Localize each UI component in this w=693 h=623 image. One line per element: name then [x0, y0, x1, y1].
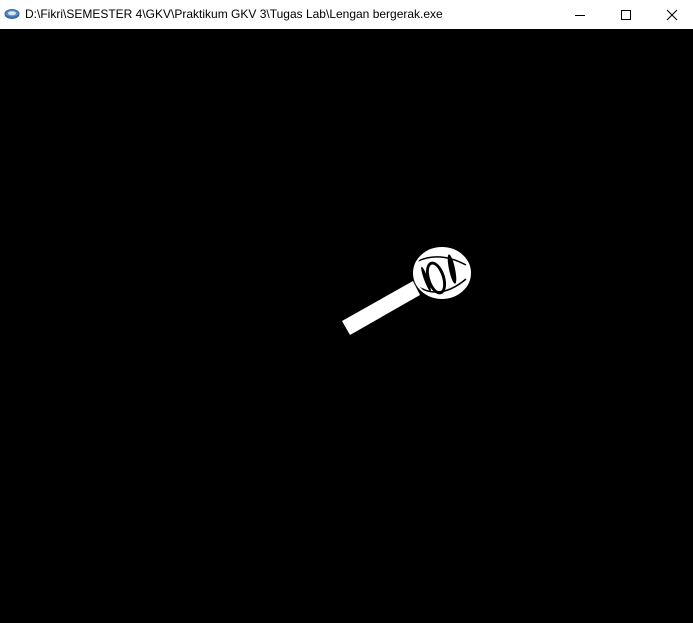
scene-svg	[342, 247, 471, 335]
minimize-icon	[575, 14, 585, 16]
window-title: D:\Fikri\SEMESTER 4\GKV\Praktikum GKV 3\…	[25, 7, 443, 21]
maximize-button[interactable]	[603, 0, 649, 29]
title-bar[interactable]: D:\Fikri\SEMESTER 4\GKV\Praktikum GKV 3\…	[0, 0, 693, 29]
close-button[interactable]	[649, 0, 693, 29]
close-icon	[666, 9, 678, 20]
opengl-app-icon	[4, 9, 20, 19]
application-window: D:\Fikri\SEMESTER 4\GKV\Praktikum GKV 3\…	[0, 0, 693, 623]
opengl-render-canvas[interactable]	[0, 29, 693, 623]
minimize-button[interactable]	[557, 0, 603, 29]
maximize-icon	[621, 9, 631, 20]
elbow-joint-wireframe-sphere	[413, 247, 471, 299]
upper-arm	[342, 281, 420, 335]
